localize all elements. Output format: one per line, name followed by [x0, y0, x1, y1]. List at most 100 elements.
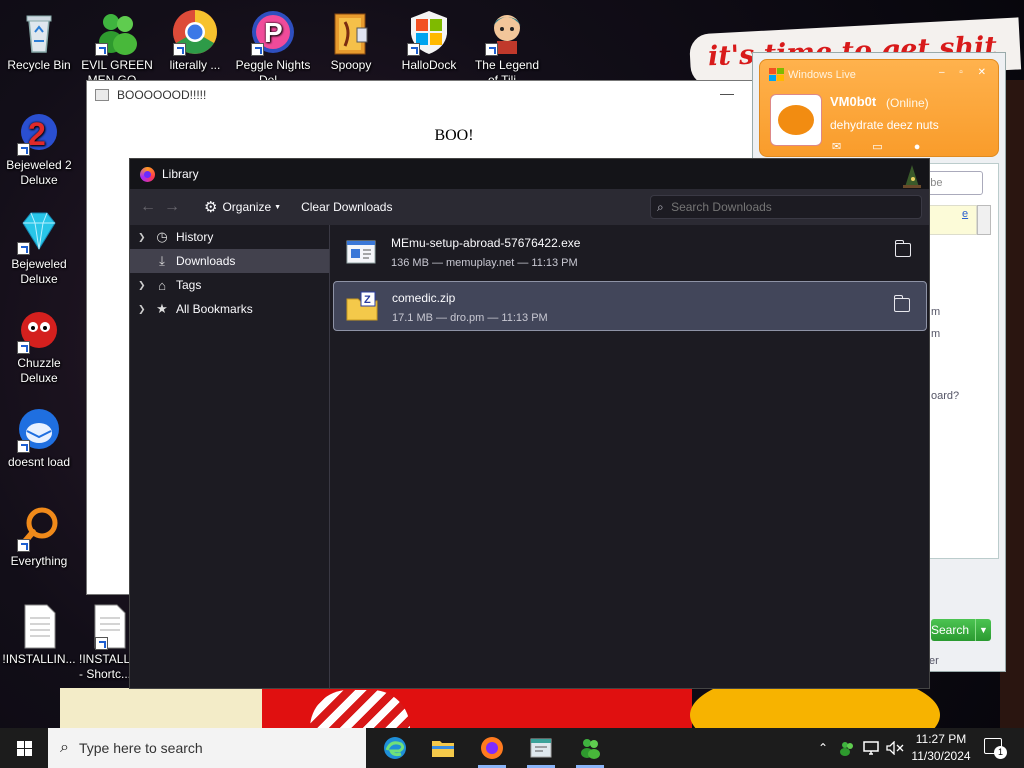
- start-button[interactable]: [0, 728, 48, 768]
- clear-downloads-button[interactable]: Clear Downloads: [297, 196, 396, 218]
- download-filename: comedic.zip: [392, 291, 456, 305]
- desktop-icon-hallodock[interactable]: HalloDock: [391, 8, 467, 88]
- folder-icon: [432, 741, 454, 757]
- messenger-action-icons[interactable]: ✉ ▭ ●: [832, 140, 934, 153]
- taskbar-app-file-explorer[interactable]: [419, 728, 467, 768]
- windows-live-icon: [769, 68, 784, 81]
- text-document-icon: [81, 602, 129, 650]
- download-icon: ⤓: [159, 253, 165, 268]
- desktop-icon-spoopy[interactable]: Spoopy: [313, 8, 389, 88]
- forward-button[interactable]: →: [160, 198, 184, 216]
- spooky-folder-icon: [327, 8, 375, 56]
- folder-icon[interactable]: [894, 295, 910, 312]
- messenger-display-name[interactable]: VM0b0t: [830, 94, 876, 109]
- text-document-icon: [15, 602, 63, 650]
- firefox-icon: [481, 737, 503, 759]
- tray-messenger-icon[interactable]: [836, 728, 858, 768]
- desktop-icon-literally[interactable]: literally ...: [157, 8, 233, 88]
- desktop-icon-peggle-nights[interactable]: P Peggle Nights Del...: [235, 8, 311, 88]
- tag-icon: ⌂: [158, 277, 166, 293]
- sidebar-item-label: All Bookmarks: [176, 302, 253, 316]
- desktop-icon-recycle-bin[interactable]: Recycle Bin: [1, 8, 77, 88]
- desktop-icon-everything[interactable]: Everything: [1, 504, 77, 584]
- wallpaper-art: [60, 688, 265, 728]
- thunderbird-icon: [15, 405, 63, 453]
- chevron-right-icon[interactable]: ❯: [138, 280, 152, 291]
- download-meta: 17.1 MB — dro.pm — 11:13 PM: [392, 312, 548, 324]
- svg-text:P: P: [264, 17, 283, 48]
- svg-text:Z: Z: [364, 294, 371, 306]
- sidebar-item-all-bookmarks[interactable]: ❯ ★ All Bookmarks: [130, 297, 329, 321]
- desktop-icon-bejeweled-2[interactable]: 2 Bejeweled 2 Deluxe: [1, 108, 77, 188]
- library-title: Library: [162, 167, 199, 181]
- download-item[interactable]: MEmu-setup-abroad-57676422.exe 136 MB — …: [333, 227, 927, 277]
- witch-hat-icon: [903, 165, 921, 188]
- sidebar-item-tags[interactable]: ❯ ⌂ Tags: [130, 273, 329, 297]
- chevron-up-icon[interactable]: ⌃: [814, 728, 832, 768]
- sidebar-item-downloads[interactable]: ⤓ Downloads: [130, 249, 329, 273]
- clock-icon: ◷: [156, 229, 168, 244]
- network-icon[interactable]: [860, 728, 882, 768]
- back-button[interactable]: ←: [136, 198, 160, 216]
- notice-link[interactable]: e: [962, 208, 968, 220]
- search-downloads-input[interactable]: [671, 200, 892, 214]
- app-window-icon: [530, 738, 552, 758]
- notice-scrollbar[interactable]: [977, 205, 991, 235]
- shortcut-arrow-icon: [17, 440, 30, 453]
- library-window[interactable]: Library ← → ⚙ Organize ▼ Clear Downloads…: [129, 158, 930, 689]
- messenger-status[interactable]: (Online): [886, 96, 929, 110]
- shortcut-arrow-icon: [95, 43, 108, 56]
- sidebar-item-history[interactable]: ❯ ◷ History: [130, 225, 329, 249]
- boo-titlebar[interactable]: BOOOOOOD!!!!!: [87, 81, 765, 109]
- installer-exe-icon: [346, 240, 376, 264]
- app-window-icon: [95, 89, 109, 101]
- shortcut-arrow-icon: [17, 242, 30, 255]
- download-item[interactable]: Z comedic.zip 17.1 MB — dro.pm — 11:13 P…: [333, 281, 927, 331]
- window-controls[interactable]: – ▫ ✕: [939, 67, 992, 78]
- desktop-icon-chuzzle[interactable]: Chuzzle Deluxe: [1, 306, 77, 386]
- firefox-icon: [140, 166, 155, 182]
- taskbar-app-window[interactable]: [517, 728, 565, 768]
- gem-icon: [15, 207, 63, 255]
- windows-logo-icon: [25, 749, 32, 756]
- taskbar-app-messenger[interactable]: [566, 728, 614, 768]
- volume-muted-icon[interactable]: [884, 728, 906, 768]
- chevron-down-icon[interactable]: ▼: [975, 619, 991, 641]
- taskbar-clock[interactable]: 11:27 PM 11/30/2024: [906, 731, 976, 765]
- library-titlebar[interactable]: Library: [130, 159, 929, 189]
- desktop-icon-bejeweled[interactable]: Bejeweled Deluxe: [1, 207, 77, 287]
- taskbar-app-firefox[interactable]: [468, 728, 516, 768]
- sidebar-item-label: History: [176, 230, 214, 244]
- search-downloads-box[interactable]: ⌕: [650, 195, 922, 219]
- organize-button[interactable]: ⚙ Organize ▼: [200, 194, 285, 220]
- shortcut-arrow-icon: [251, 43, 264, 56]
- sidebar-item-label: Downloads: [176, 254, 236, 268]
- download-meta: 136 MB — memuplay.net — 11:13 PM: [391, 257, 578, 269]
- desktop-icon-label: !INSTALLIN...: [2, 652, 76, 666]
- desktop-icon-evil-green-men[interactable]: EVIL GREEN MEN GO...: [79, 8, 155, 88]
- display-picture-pumpkin[interactable]: [770, 94, 822, 146]
- gear-icon: ⚙: [204, 199, 218, 216]
- library-toolbar: ← → ⚙ Organize ▼ Clear Downloads ⌕: [130, 189, 929, 225]
- desktop-icon-installing-shortcut[interactable]: !INSTALL... - Shortc...: [79, 602, 131, 682]
- chevron-right-icon[interactable]: ❯: [138, 232, 152, 243]
- minimize-button[interactable]: —: [717, 85, 737, 103]
- desktop-icon-legend-of-tili[interactable]: The Legend of Tili...: [469, 8, 545, 88]
- personal-message[interactable]: dehydrate deez nuts: [830, 118, 939, 132]
- desktop-icon-label: Everything: [10, 554, 68, 568]
- taskbar-app-edge[interactable]: [371, 728, 419, 768]
- shortcut-arrow-icon: [485, 43, 498, 56]
- sidebar-item-label: Tags: [176, 278, 202, 292]
- chuzzle-icon: [15, 306, 63, 354]
- shortcut-arrow-icon: [17, 143, 30, 156]
- folder-icon[interactable]: [895, 240, 911, 257]
- taskbar-search-box[interactable]: ⌕ Type here to search: [48, 728, 366, 768]
- desktop-icon-installing[interactable]: !INSTALLIN...: [1, 602, 77, 682]
- chevron-right-icon[interactable]: ❯: [138, 304, 152, 315]
- star-icon: ★: [156, 301, 168, 316]
- messenger-search-button[interactable]: Search ▼: [931, 619, 991, 641]
- desktop-icon-label: Bejeweled Deluxe: [11, 257, 67, 286]
- desktop-icon-doesnt-load[interactable]: doesnt load: [1, 405, 77, 485]
- chrome-icon: [171, 8, 219, 56]
- shortcut-arrow-icon: [17, 341, 30, 354]
